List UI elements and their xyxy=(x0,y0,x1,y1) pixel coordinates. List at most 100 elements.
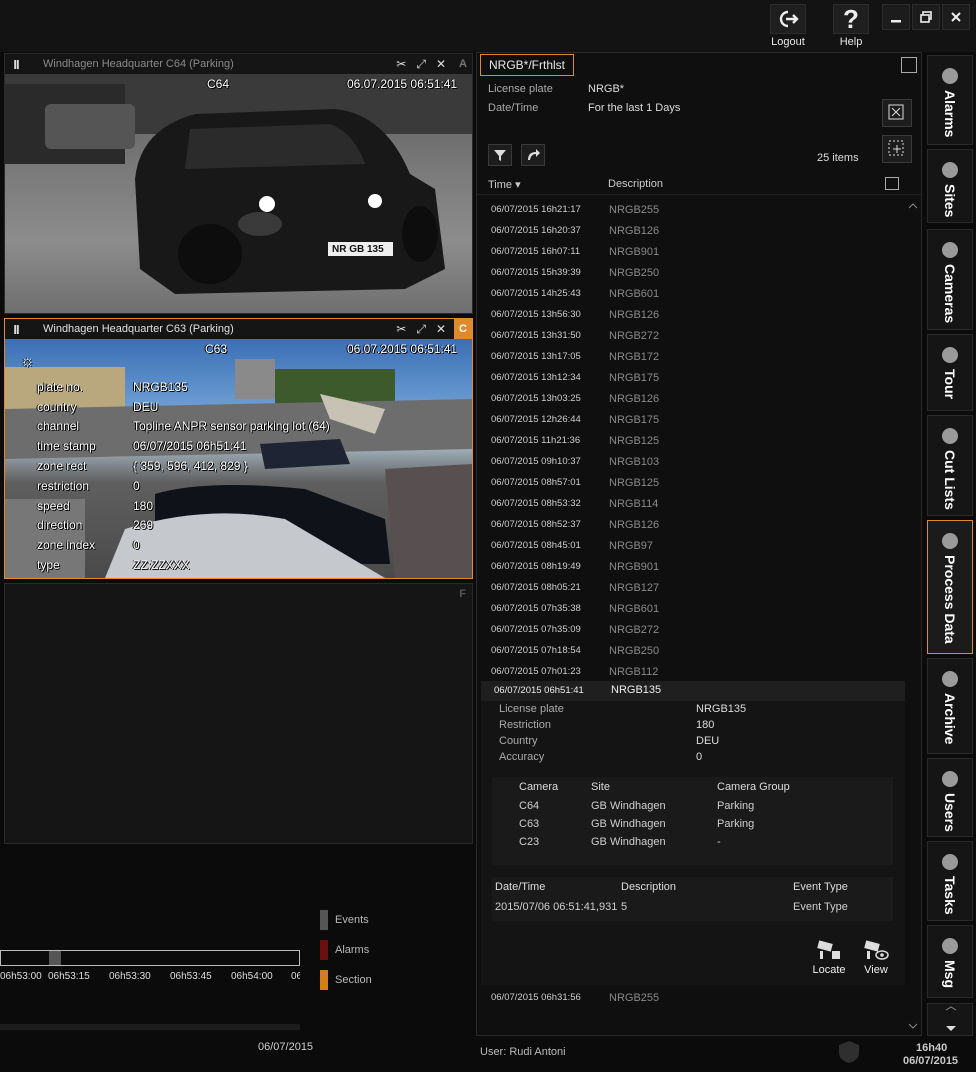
locate-button[interactable]: Locate xyxy=(810,939,848,976)
status-date: 06/07/2015 xyxy=(903,1055,959,1067)
row-desc: NRGB103 xyxy=(609,455,660,468)
detail-value: NRGB135 xyxy=(696,703,747,715)
camera-c-header: II Windhagen Headquarter C63 (Parking) ✂… xyxy=(5,319,472,339)
sidebar-item-tour[interactable]: Tour xyxy=(927,334,973,411)
sidebar-item-label: Tasks xyxy=(942,876,958,915)
selected-row[interactable]: 06/07/2015 06h51:41 NRGB135 xyxy=(481,681,905,701)
sidebar-item-msg[interactable]: Msg xyxy=(927,925,973,998)
chevron-down-icon xyxy=(945,1006,957,1031)
sidebar-item-sites[interactable]: Sites xyxy=(927,149,973,223)
camera-cell: - xyxy=(717,836,721,848)
timeline-bar[interactable] xyxy=(0,950,300,966)
window-controls xyxy=(882,4,970,30)
camera-c-video[interactable]: ☼ C63 06.07.2015 06:51:41 plate no. NRGB1… xyxy=(5,339,472,578)
list-item[interactable]: 06/07/2015 16h07:11 NRGB901 xyxy=(491,241,659,262)
list-item[interactable]: 06/07/2015 08h05:21 NRGB127 xyxy=(491,577,659,598)
pause-icon[interactable]: II xyxy=(5,57,27,72)
anpr-metadata: plate no. NRGB135 country DEU channel Topline… xyxy=(37,377,330,575)
view-button[interactable]: View xyxy=(858,939,894,976)
list-item[interactable]: 06/07/2015 07h35:09 NRGB272 xyxy=(491,619,659,640)
close-button[interactable] xyxy=(942,4,970,30)
list-item[interactable]: 06/07/2015 13h56:30 NRGB126 xyxy=(491,304,659,325)
list-item[interactable]: 06/07/2015 08h57:01 NRGB125 xyxy=(491,472,659,493)
maximize-icon[interactable]: ⤢ xyxy=(416,322,426,337)
event-col-type: Event Type xyxy=(793,881,848,893)
forward-button[interactable] xyxy=(521,144,545,166)
snapshot-icon[interactable]: ✂ xyxy=(396,57,406,72)
detail-label: Restriction xyxy=(499,719,551,731)
status-dot-icon xyxy=(942,771,958,787)
close-icon[interactable]: ✕ xyxy=(436,57,446,72)
list-item[interactable]: 06/07/2015 13h12:34 NRGB175 xyxy=(491,367,659,388)
events-label: Events xyxy=(335,914,369,926)
list-item[interactable]: 06/07/2015 11h21:36 NRGB125 xyxy=(491,430,659,451)
row-desc: NRGB127 xyxy=(609,581,660,594)
snapshot-icon[interactable]: ✂ xyxy=(396,322,406,337)
camera-panel-f[interactable]: F xyxy=(4,583,473,844)
list-item[interactable]: 06/07/2015 08h19:49 NRGB901 xyxy=(491,556,659,577)
pause-icon[interactable]: II xyxy=(5,322,27,337)
maximize-icon[interactable]: ⤢ xyxy=(416,57,426,72)
list-item[interactable]: 06/07/2015 13h03:25 NRGB126 xyxy=(491,388,659,409)
logout-button[interactable]: Logout xyxy=(770,4,806,48)
col-description-header[interactable]: Description xyxy=(608,178,663,190)
row-desc: NRGB601 xyxy=(609,602,660,615)
help-button[interactable]: ? Help xyxy=(833,4,869,48)
section-label: Section xyxy=(335,974,372,986)
sidebar-scroll[interactable] xyxy=(927,1003,973,1036)
minimize-button[interactable] xyxy=(882,4,910,30)
list-item[interactable]: 06/07/2015 07h01:23 NRGB112 xyxy=(491,661,658,682)
timeline-tick: 06 xyxy=(291,971,300,982)
sidebar-item-archive[interactable]: Archive xyxy=(927,658,973,754)
status-dot-icon xyxy=(942,347,958,363)
list-item[interactable]: 06/07/2015 07h35:38 NRGB601 xyxy=(491,598,659,619)
list-item[interactable]: 06/07/2015 15h39:39 NRGB250 xyxy=(491,262,659,283)
list-item[interactable]: 06/07/2015 07h18:54 NRGB250 xyxy=(491,640,659,661)
list-item[interactable]: 06/07/2015 08h45:01 NRGB97 xyxy=(491,535,653,556)
edit-query-button[interactable] xyxy=(882,99,912,127)
timeline-scrollbar[interactable] xyxy=(0,1024,300,1030)
panel-options-icon[interactable] xyxy=(901,57,917,73)
list-item[interactable]: 06/07/2015 14h25:43 NRGB601 xyxy=(491,283,659,304)
row-time: 06/07/2015 07h18:54 xyxy=(491,645,581,656)
sidebar-item-process-data[interactable]: Process Data xyxy=(927,520,973,654)
camera-panel-c[interactable]: II Windhagen Headquarter C63 (Parking) ✂… xyxy=(4,318,473,579)
filter-plate-value: NRGB* xyxy=(588,83,625,95)
sidebar-item-users[interactable]: Users xyxy=(927,758,973,837)
section-swatch xyxy=(320,970,328,990)
camera-a-video[interactable]: C64 06.07.2015 06:51:41 NR GB 135 xyxy=(5,74,472,313)
add-query-button[interactable] xyxy=(882,135,912,163)
restore-button[interactable] xyxy=(912,4,940,30)
brightness-icon[interactable]: ☼ xyxy=(20,353,35,371)
row-desc: NRGB125 xyxy=(609,476,660,489)
list-item[interactable]: 06/07/2015 16h21:17 NRGB255 xyxy=(491,199,659,220)
list-item[interactable]: 06/07/2015 13h31:50 NRGB272 xyxy=(491,325,659,346)
timeline-tick: 06h53:30 xyxy=(109,971,151,982)
list-item[interactable]: 06/07/2015 06h31:56 NRGB255 xyxy=(491,987,659,1008)
row-desc: NRGB175 xyxy=(609,371,660,384)
sidebar-item-alarms[interactable]: Alarms xyxy=(927,55,973,145)
list-item[interactable]: 06/07/2015 13h17:05 NRGB172 xyxy=(491,346,659,367)
list-item[interactable]: 06/07/2015 08h52:37 NRGB126 xyxy=(491,514,659,535)
cam-col-site: Site xyxy=(591,781,610,793)
list-item[interactable]: 06/07/2015 12h26:44 NRGB175 xyxy=(491,409,659,430)
status-dot-icon xyxy=(942,938,958,954)
sidebar-item-tasks[interactable]: Tasks xyxy=(927,841,973,921)
list-item[interactable]: 06/07/2015 09h10:37 NRGB103 xyxy=(491,451,659,472)
column-chooser-icon[interactable] xyxy=(885,177,899,190)
filter-button[interactable] xyxy=(488,144,512,166)
list-item[interactable]: 06/07/2015 08h53:32 NRGB114 xyxy=(491,493,658,514)
camera-panel-a[interactable]: II Windhagen Headquarter C64 (Parking) ✂… xyxy=(4,53,473,314)
list-scrollbar[interactable] xyxy=(907,201,919,1031)
row-desc: NRGB255 xyxy=(609,991,660,1004)
list-item[interactable]: 06/07/2015 16h20:37 NRGB126 xyxy=(491,220,659,241)
timeline-event-marker[interactable] xyxy=(49,951,61,965)
detail-value: DEU xyxy=(696,735,720,747)
sidebar-item-cut-lists[interactable]: Cut Lists xyxy=(927,415,973,516)
sidebar-item-cameras[interactable]: Cameras xyxy=(927,229,973,330)
status-dot-icon xyxy=(942,242,958,258)
query-tab[interactable]: NRGB*/Frthlst xyxy=(480,54,575,76)
col-time-header[interactable]: Time ▾ xyxy=(488,178,521,191)
row-desc: NRGB255 xyxy=(609,203,660,216)
close-icon[interactable]: ✕ xyxy=(436,322,446,337)
